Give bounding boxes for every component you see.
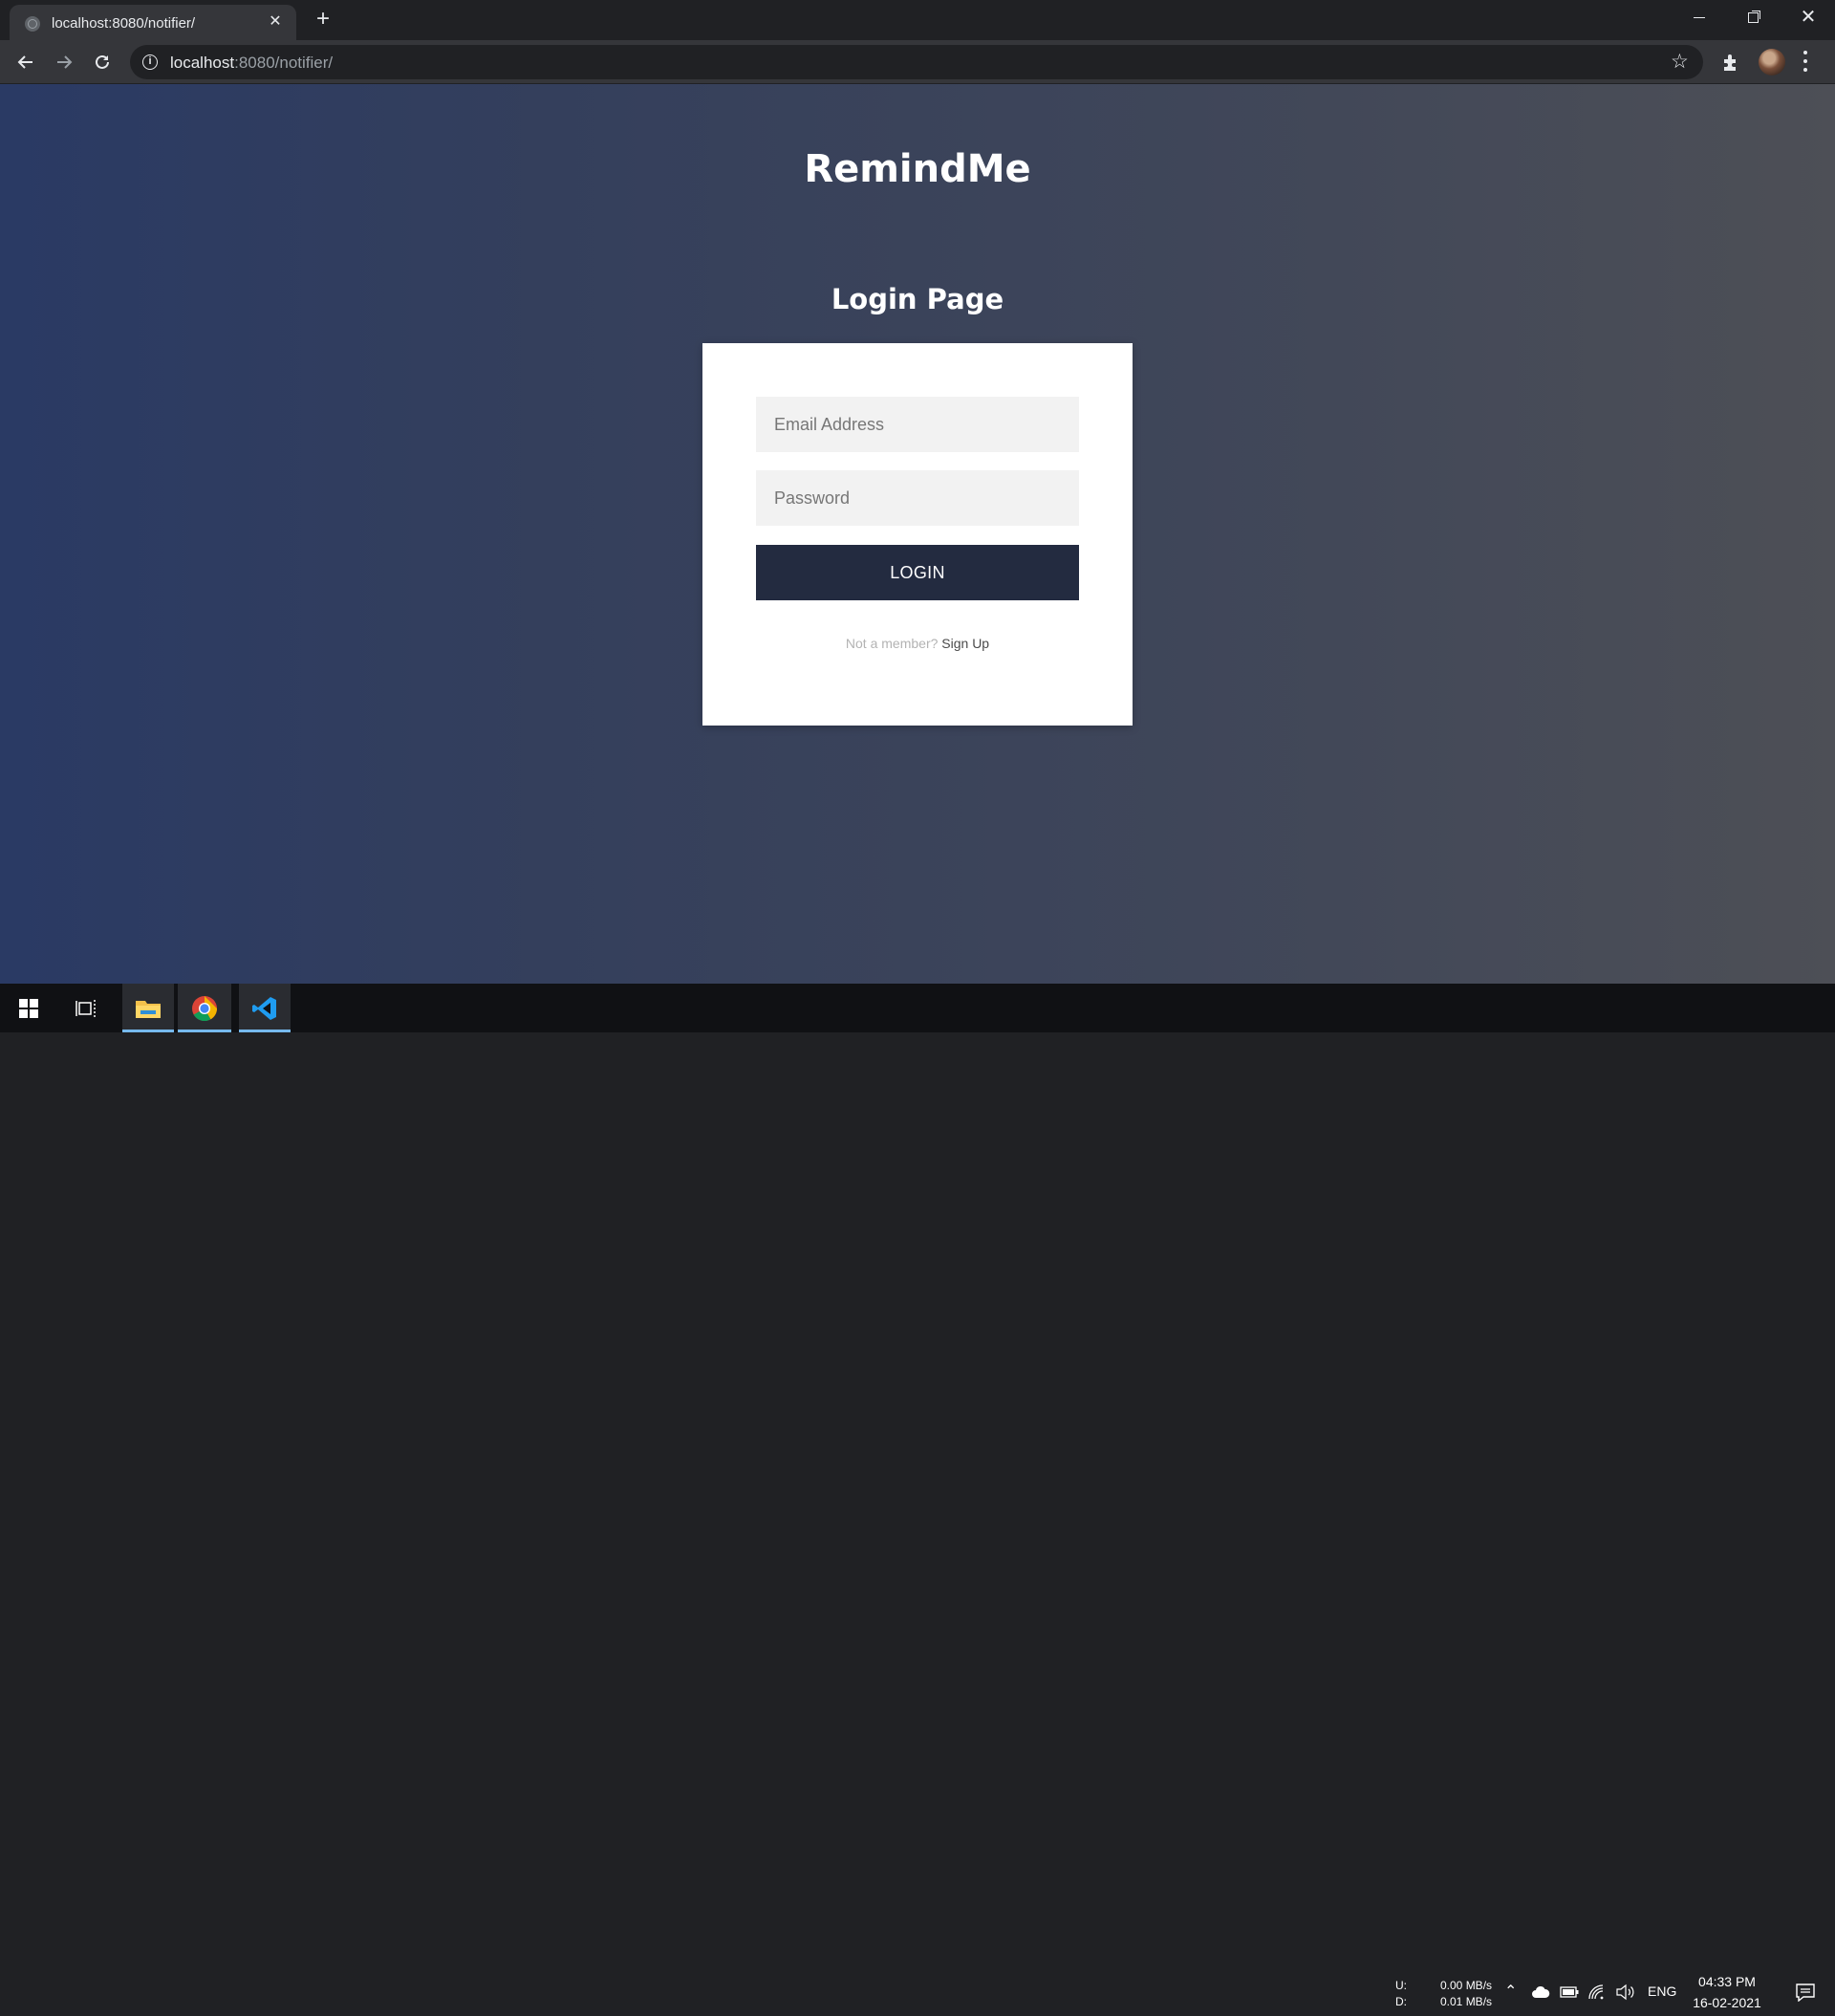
- action-center-button[interactable]: [1781, 1967, 1829, 2016]
- task-view-icon: [76, 999, 96, 1017]
- restore-icon: [1747, 11, 1759, 23]
- puzzle-icon[interactable]: [1720, 52, 1741, 73]
- signup-prompt-line: Not a member? Sign Up: [702, 636, 1133, 651]
- speaker-icon[interactable]: [1615, 1983, 1636, 2001]
- back-button[interactable]: [12, 49, 39, 76]
- address-bar[interactable]: i localhost:8080/notifier/ ☆: [130, 45, 1703, 79]
- chevron-up-icon[interactable]: ⌃: [1504, 1983, 1517, 2001]
- email-field[interactable]: [756, 397, 1079, 452]
- file-explorer-button[interactable]: [122, 984, 174, 1032]
- minimize-icon: [1694, 16, 1705, 18]
- windows-taskbar: U: D: 0.00 MB/s 0.01 MB/s ⌃ ENG 04:33 PM…: [0, 984, 1835, 2010]
- chrome-taskbar-button[interactable]: [178, 984, 231, 1032]
- star-icon[interactable]: ☆: [1671, 51, 1689, 74]
- chrome-icon: [192, 995, 218, 1021]
- password-field[interactable]: [756, 470, 1079, 526]
- login-heading: Login Page: [831, 283, 1004, 315]
- login-form-card: LOGIN Not a member? Sign Up: [702, 343, 1133, 726]
- new-tab-plus-icon[interactable]: +: [312, 8, 335, 31]
- download-label: D:: [1395, 1995, 1407, 2008]
- browser-toolbar: i localhost:8080/notifier/ ☆: [0, 40, 1835, 84]
- clock-time[interactable]: 04:33 PM: [1692, 1974, 1762, 1989]
- vscode-icon: [252, 996, 276, 1020]
- page-viewport: RemindMe Login Page LOGIN Not a member? …: [0, 84, 1835, 984]
- back-arrow-icon: [17, 55, 32, 69]
- download-speed: 0.01 MB/s: [1440, 1995, 1493, 2008]
- forward-arrow-icon: [57, 55, 73, 69]
- info-icon[interactable]: i: [142, 54, 158, 70]
- restore-button[interactable]: [1726, 0, 1780, 34]
- browser-tab-strip: localhost:8080/notifier/ ✕ + ✕: [0, 0, 1835, 40]
- tab-close-icon[interactable]: ✕: [266, 12, 285, 32]
- upload-speed: 0.00 MB/s: [1440, 1979, 1493, 1992]
- vscode-taskbar-button[interactable]: [239, 984, 291, 1032]
- cloud-icon[interactable]: [1531, 1985, 1550, 1999]
- task-view-button[interactable]: [57, 984, 115, 1032]
- url-text[interactable]: localhost:8080/notifier/: [170, 54, 333, 73]
- minimize-button[interactable]: [1673, 0, 1726, 34]
- clock-date[interactable]: 16-02-2021: [1688, 1995, 1766, 2010]
- forward-button[interactable]: [51, 49, 77, 76]
- wifi-icon[interactable]: [1587, 1983, 1605, 2001]
- login-button[interactable]: LOGIN: [756, 545, 1079, 600]
- windows-logo-icon: [19, 998, 38, 1018]
- start-button[interactable]: [0, 984, 57, 1032]
- browser-tab[interactable]: localhost:8080/notifier/ ✕: [10, 5, 296, 40]
- kebab-menu-icon[interactable]: [1803, 51, 1808, 72]
- tab-title: localhost:8080/notifier/: [52, 15, 196, 32]
- upload-label: U:: [1395, 1979, 1407, 1992]
- reload-button[interactable]: [89, 49, 116, 76]
- battery-icon[interactable]: [1560, 1986, 1579, 1998]
- url-path: :8080/notifier/: [234, 54, 334, 72]
- file-explorer-icon: [136, 1000, 161, 1018]
- signup-link[interactable]: Sign Up: [941, 636, 989, 651]
- close-icon: ✕: [1800, 7, 1817, 28]
- avatar[interactable]: [1759, 49, 1785, 76]
- language-indicator[interactable]: ENG: [1648, 1983, 1676, 1999]
- signup-prompt-text: Not a member?: [845, 636, 942, 651]
- window-close-button[interactable]: ✕: [1781, 0, 1835, 34]
- app-title: RemindMe: [804, 147, 1031, 191]
- url-host: localhost: [170, 54, 235, 72]
- globe-icon: [25, 16, 40, 32]
- reload-icon: [96, 54, 109, 69]
- notification-icon: [1796, 1983, 1815, 2002]
